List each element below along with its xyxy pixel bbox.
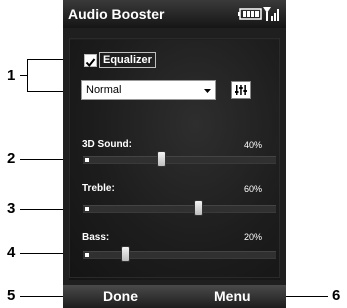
leader-line-1 bbox=[20, 75, 27, 76]
slider-bass-label: Bass: bbox=[82, 232, 110, 243]
callout-1: 1 bbox=[7, 67, 16, 84]
slider-treble-knob[interactable] bbox=[193, 200, 203, 216]
equalizer-label[interactable]: Equalizer bbox=[99, 52, 156, 68]
battery-icon bbox=[238, 8, 262, 20]
slider-start-marker bbox=[85, 207, 89, 211]
menu-softkey[interactable]: Menu bbox=[214, 289, 251, 304]
callout-5: 5 bbox=[7, 287, 16, 304]
slider-start-marker bbox=[85, 253, 89, 257]
status-icons bbox=[238, 7, 279, 21]
slider-3d-sound-knob[interactable] bbox=[157, 151, 167, 167]
check-icon bbox=[85, 58, 96, 68]
device-screen: Audio Booster Equalizer Normal 3D Sound:… bbox=[63, 0, 286, 308]
equalizer-checkbox[interactable] bbox=[84, 54, 97, 68]
title-bar: Audio Booster bbox=[63, 0, 286, 28]
slider-3d-sound-value: 40% bbox=[243, 140, 262, 150]
slider-3d-sound-label: 3D Sound: bbox=[82, 139, 132, 150]
slider-bass-value: 20% bbox=[243, 232, 262, 242]
slider-treble-label: Treble: bbox=[82, 183, 115, 194]
app-title: Audio Booster bbox=[68, 6, 165, 22]
slider-start-marker bbox=[85, 158, 89, 162]
leader-line-1-bracket bbox=[27, 59, 28, 92]
chevron-down-icon bbox=[204, 89, 211, 93]
dropdown-value: Normal bbox=[86, 84, 122, 96]
callout-4: 4 bbox=[7, 244, 16, 261]
slider-bass-knob[interactable] bbox=[120, 246, 130, 262]
callout-6: 6 bbox=[332, 287, 341, 304]
equalizer-settings-icon bbox=[235, 85, 247, 95]
done-softkey[interactable]: Done bbox=[103, 289, 138, 304]
softkey-bar: Done Menu bbox=[63, 285, 286, 308]
callout-3: 3 bbox=[7, 200, 16, 217]
equalizer-settings-button[interactable] bbox=[231, 81, 251, 99]
slider-bass[interactable] bbox=[83, 246, 276, 262]
slider-3d-sound[interactable] bbox=[83, 151, 276, 167]
callout-2: 2 bbox=[7, 150, 16, 167]
slider-treble[interactable] bbox=[83, 200, 276, 216]
signal-icon bbox=[263, 7, 279, 21]
equalizer-preset-dropdown[interactable]: Normal bbox=[81, 80, 216, 100]
slider-treble-value: 60% bbox=[243, 184, 262, 194]
